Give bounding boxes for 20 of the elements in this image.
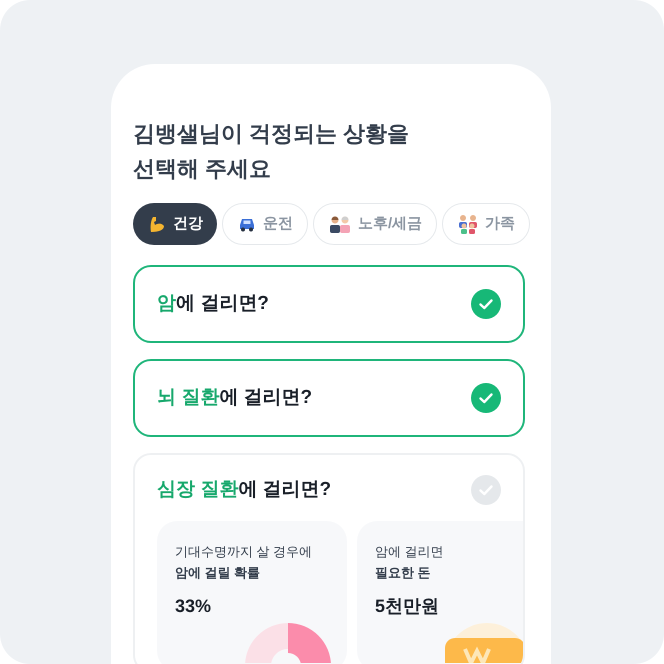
stat-caption: 암에 걸릴 확률 bbox=[175, 564, 262, 582]
situation-card[interactable]: 심장 질환에 걸리면? 기대수명까지 살 경우에 암에 걸릴 확률 33% 암에 걸리면 필요한 돈 5천만원 bbox=[133, 453, 525, 664]
stat-value: 33% bbox=[175, 595, 212, 618]
couple-icon bbox=[328, 214, 352, 234]
family-icon bbox=[457, 214, 480, 234]
stat-value: 5천만원 bbox=[375, 595, 440, 618]
stat-caption: 기대수명까지 살 경우에 bbox=[175, 543, 314, 561]
page-title: 김뱅샐님이 걱정되는 상황을 bbox=[133, 120, 410, 148]
check-icon[interactable] bbox=[471, 383, 501, 413]
page-title: 선택해 주세요 bbox=[133, 155, 272, 183]
category-tab[interactable]: 건강 bbox=[133, 203, 217, 245]
situation-title: 암에 걸리면? bbox=[157, 292, 269, 316]
stat-caption: 암에 걸리면 bbox=[375, 543, 445, 561]
situation-title: 뇌 질환에 걸리면? bbox=[157, 386, 312, 410]
situation-title: 심장 질환에 걸리면? bbox=[157, 478, 332, 502]
situation-card[interactable]: 뇌 질환에 걸리면? bbox=[133, 359, 525, 437]
stat-caption: 필요한 돈 bbox=[375, 564, 432, 582]
check-icon[interactable] bbox=[471, 475, 501, 505]
situation-card[interactable]: 암에 걸리면? bbox=[133, 265, 525, 343]
check-icon[interactable] bbox=[471, 289, 501, 319]
